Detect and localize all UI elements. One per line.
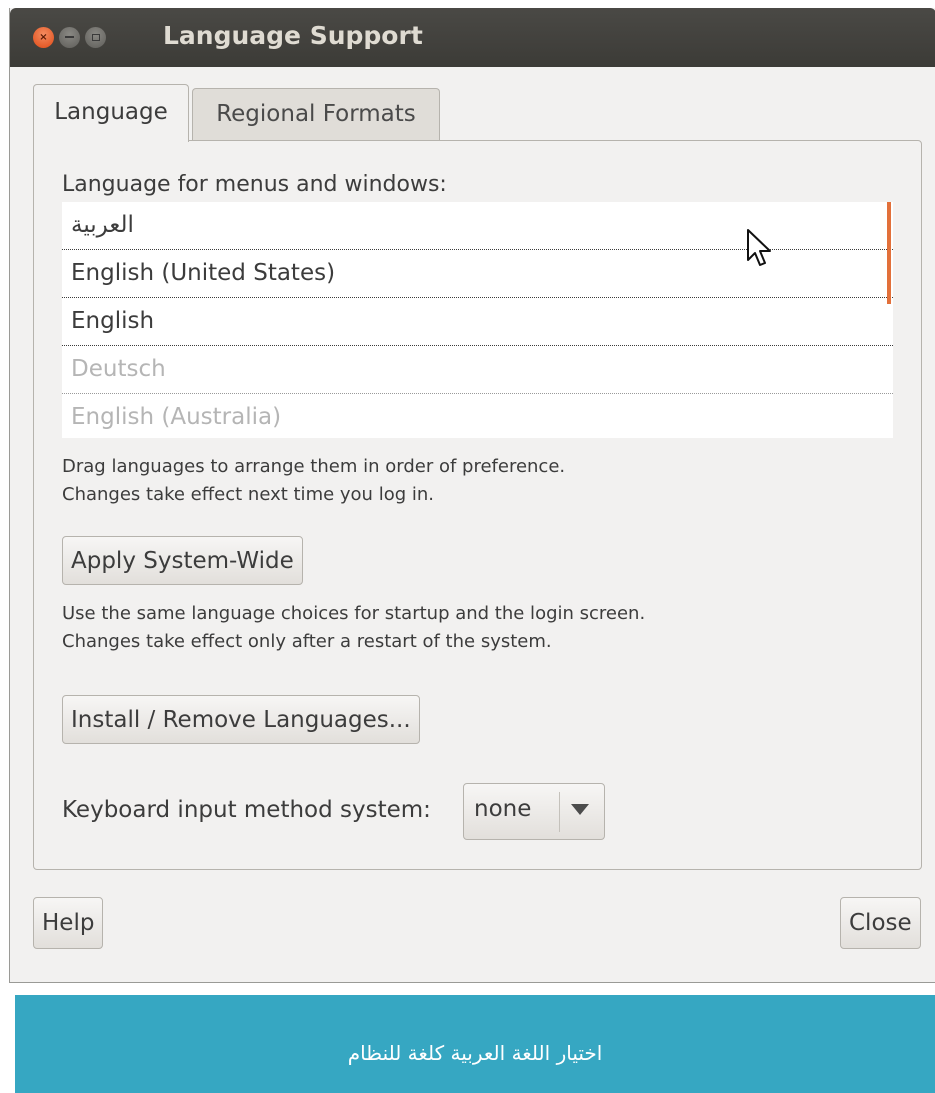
combo-separator (559, 792, 560, 832)
caption-banner: اختيار اللغة العربية كلغة للنظام (15, 995, 935, 1093)
close-button[interactable]: Close (840, 897, 921, 949)
mouse-pointer-icon (747, 229, 771, 266)
apply-hint-line1: Use the same language choices for startu… (62, 603, 646, 624)
drag-hint-line1: Drag languages to arrange them in order … (62, 456, 566, 477)
drag-hint-line2: Changes take effect next time you log in… (62, 484, 434, 505)
list-scrollbar[interactable] (887, 202, 891, 304)
maximize-icon (91, 34, 100, 41)
apply-system-wide-button[interactable]: Apply System-Wide (62, 536, 303, 585)
list-item[interactable]: Deutsch (62, 346, 893, 394)
dropdown-arrow-icon (571, 804, 589, 815)
keyboard-input-method-label: Keyboard input method system: (62, 797, 431, 823)
keyboard-input-method-value: none (474, 796, 532, 822)
help-button[interactable]: Help (33, 897, 104, 949)
caption-text: اختيار اللغة العربية كلغة للنظام (347, 1041, 603, 1065)
list-item[interactable]: English (Australia) (62, 394, 893, 442)
list-item[interactable]: English (62, 298, 893, 346)
install-remove-languages-button[interactable]: Install / Remove Languages... (62, 695, 420, 744)
close-window-button[interactable]: × (33, 27, 54, 48)
window-title: Language Support (163, 21, 423, 50)
apply-hint-line2: Changes take effect only after a restart… (62, 631, 552, 652)
maximize-window-button[interactable] (85, 27, 106, 48)
minimize-icon (65, 36, 74, 38)
language-list-heading: Language for menus and windows: (62, 172, 447, 197)
keyboard-input-method-select[interactable]: none (463, 783, 605, 840)
tab-language[interactable]: Language (33, 84, 189, 142)
title-bar[interactable]: × Language Support (10, 8, 935, 67)
tab-regional-formats[interactable]: Regional Formats (192, 88, 440, 141)
minimize-window-button[interactable] (59, 27, 80, 48)
